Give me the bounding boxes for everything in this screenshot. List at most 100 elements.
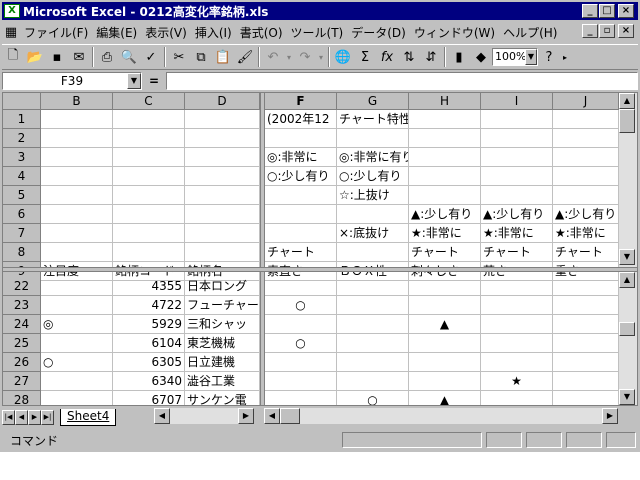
column-header-G[interactable]: G	[337, 93, 409, 110]
row-header-8[interactable]: 8	[3, 243, 41, 262]
cell-B2[interactable]	[41, 129, 113, 148]
menu-window[interactable]: ウィンドウ(W)	[410, 24, 499, 41]
cell-C28[interactable]: 6707	[113, 391, 185, 405]
cell-D27[interactable]: 澁谷工業	[185, 372, 260, 391]
cell-B28[interactable]	[41, 391, 113, 405]
first-sheet-icon[interactable]: |◀	[2, 409, 15, 425]
cell-C6[interactable]	[113, 205, 185, 224]
scroll-right-icon[interactable]: ▶	[238, 408, 254, 424]
cell-J3[interactable]	[553, 148, 619, 167]
email-icon[interactable]: ✉	[68, 46, 90, 68]
cell-F8[interactable]: チャート	[265, 243, 337, 262]
cell-B27[interactable]	[41, 372, 113, 391]
row-header-28[interactable]: 28	[3, 391, 41, 405]
next-sheet-icon[interactable]: ▶	[28, 409, 41, 425]
cell-C1[interactable]	[113, 110, 185, 129]
chevron-down-icon[interactable]: ▼	[127, 73, 141, 89]
cell-I22[interactable]	[481, 277, 553, 296]
cell-B1[interactable]	[41, 110, 113, 129]
column-header-H[interactable]: H	[409, 93, 481, 110]
scroll-up-icon[interactable]: ▲	[619, 272, 635, 288]
cell-G26[interactable]	[337, 353, 409, 372]
scroll-thumb[interactable]	[619, 109, 635, 133]
close-button[interactable]: ×	[618, 4, 634, 18]
cell-G27[interactable]	[337, 372, 409, 391]
cell-I24[interactable]	[481, 315, 553, 334]
vertical-split-bar[interactable]	[260, 93, 265, 405]
cell-G24[interactable]	[337, 315, 409, 334]
cut-icon[interactable]: ✂	[168, 46, 190, 68]
cell-J24[interactable]	[553, 315, 619, 334]
print-preview-icon[interactable]: 🔍	[118, 46, 140, 68]
cell-H8[interactable]: チャート	[409, 243, 481, 262]
cell-C3[interactable]	[113, 148, 185, 167]
cell-J25[interactable]	[553, 334, 619, 353]
column-header-D[interactable]: D	[185, 93, 260, 110]
redo-icon[interactable]: ↷	[294, 46, 316, 68]
row-header-2[interactable]: 2	[3, 129, 41, 148]
cell-B4[interactable]	[41, 167, 113, 186]
maximize-button[interactable]: □	[599, 4, 615, 18]
cell-F26[interactable]	[265, 353, 337, 372]
cell-H2[interactable]	[409, 129, 481, 148]
formula-input[interactable]	[166, 72, 638, 90]
cell-J5[interactable]	[553, 186, 619, 205]
cell-G2[interactable]	[337, 129, 409, 148]
workbook-restore-button[interactable]: ▫	[599, 24, 615, 38]
cell-I1[interactable]	[481, 110, 553, 129]
function-icon[interactable]: fx	[376, 46, 398, 68]
cell-B26[interactable]: ○	[41, 353, 113, 372]
scroll-left-icon[interactable]: ◀	[154, 408, 170, 424]
autosum-icon[interactable]: Σ	[354, 46, 376, 68]
left-horizontal-scrollbar[interactable]: ◀ ▶	[154, 408, 254, 424]
cell-F1[interactable]: (2002年12	[265, 110, 337, 129]
cell-D24[interactable]: 三和シャッ	[185, 315, 260, 334]
minimize-button[interactable]: _	[582, 4, 598, 18]
cell-F23[interactable]: ○	[265, 296, 337, 315]
horizontal-split-bar[interactable]	[3, 267, 637, 272]
cell-F22[interactable]	[265, 277, 337, 296]
cell-B22[interactable]	[41, 277, 113, 296]
cell-F27[interactable]	[265, 372, 337, 391]
cell-D3[interactable]	[185, 148, 260, 167]
column-header-B[interactable]: B	[41, 93, 113, 110]
top-vertical-scrollbar[interactable]: ▲ ▼	[619, 93, 637, 267]
cell-F6[interactable]	[265, 205, 337, 224]
cell-D26[interactable]: 日立建機	[185, 353, 260, 372]
menu-file[interactable]: ファイル(F)	[20, 24, 92, 41]
cell-I23[interactable]	[481, 296, 553, 315]
menu-tools[interactable]: ツール(T)	[287, 24, 348, 41]
row-header-23[interactable]: 23	[3, 296, 41, 315]
cell-H7[interactable]: ★:非常に	[409, 224, 481, 243]
chevron-down-icon[interactable]: ▼	[525, 49, 537, 65]
cell-J4[interactable]	[553, 167, 619, 186]
cell-H5[interactable]	[409, 186, 481, 205]
scroll-thumb[interactable]	[280, 408, 300, 424]
row-header-7[interactable]: 7	[3, 224, 41, 243]
cell-B23[interactable]	[41, 296, 113, 315]
cell-I7[interactable]: ★:非常に	[481, 224, 553, 243]
cell-H25[interactable]	[409, 334, 481, 353]
cell-B6[interactable]	[41, 205, 113, 224]
row-header-6[interactable]: 6	[3, 205, 41, 224]
title-bar[interactable]: X Microsoft Excel - 0212高変化率銘柄.xls _ □ ×	[2, 2, 638, 20]
sheet-tab[interactable]: Sheet4	[60, 408, 117, 426]
column-header-J[interactable]: J	[553, 93, 619, 110]
menu-data[interactable]: データ(D)	[347, 24, 410, 41]
cell-D8[interactable]	[185, 243, 260, 262]
cell-J26[interactable]	[553, 353, 619, 372]
last-sheet-icon[interactable]: ▶|	[41, 409, 54, 425]
cell-G4[interactable]: ○:少し有り	[337, 167, 409, 186]
prev-sheet-icon[interactable]: ◀	[15, 409, 28, 425]
bottom-vertical-scrollbar[interactable]: ▲ ▼	[619, 272, 637, 405]
edit-formula-button[interactable]: =	[142, 72, 166, 90]
row-header-4[interactable]: 4	[3, 167, 41, 186]
cell-B24[interactable]: ◎	[41, 315, 113, 334]
column-header-C[interactable]: C	[113, 93, 185, 110]
undo-icon[interactable]: ↶	[262, 46, 284, 68]
cell-J27[interactable]	[553, 372, 619, 391]
cell-I4[interactable]	[481, 167, 553, 186]
help-icon[interactable]: ?	[538, 46, 560, 68]
cell-C25[interactable]: 6104	[113, 334, 185, 353]
cell-H1[interactable]	[409, 110, 481, 129]
